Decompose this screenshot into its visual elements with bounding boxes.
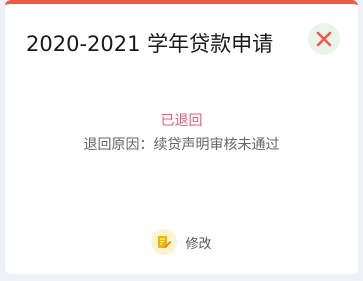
loan-application-card: 2020-2021 学年贷款申请 已退回 退回原因：续贷声明审核未通过 修改: [5, 0, 358, 274]
close-icon: [316, 31, 332, 47]
status-text: 已退回: [160, 113, 203, 129]
edit-icon: [158, 236, 172, 249]
close-button[interactable]: [308, 23, 340, 55]
edit-icon-container: [151, 229, 178, 255]
edit-button[interactable]: 修改: [5, 229, 358, 255]
dialog-title: 2020-2021 学年贷款申请: [26, 32, 274, 56]
edit-label: 修改: [185, 236, 212, 252]
return-reason: 退回原因：续贷声明审核未通过: [83, 137, 280, 153]
